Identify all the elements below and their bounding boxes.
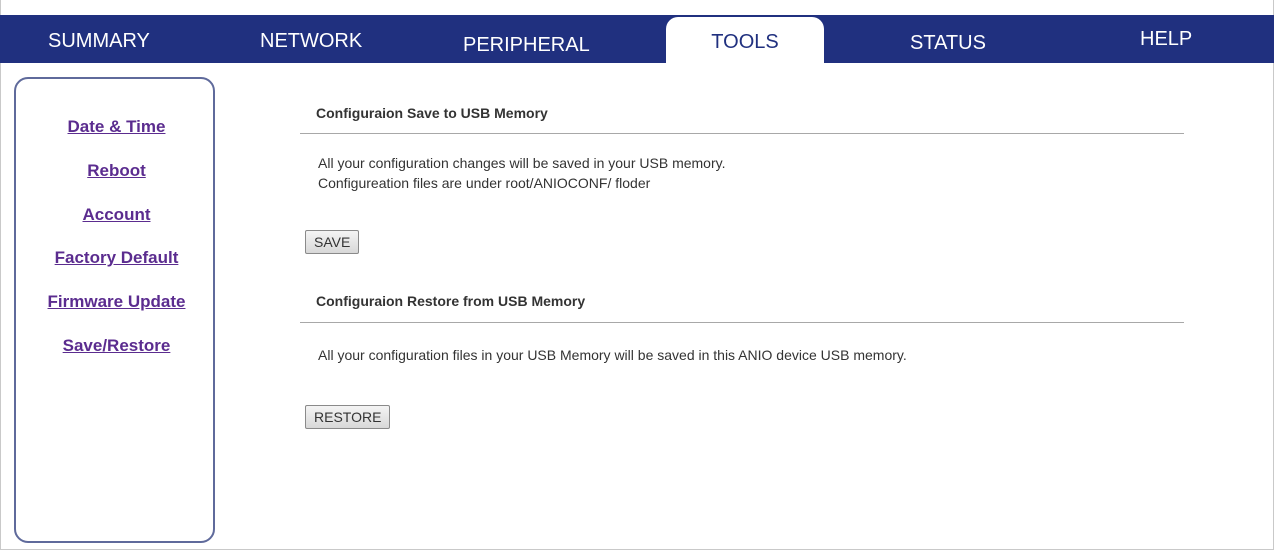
tab-summary[interactable]: SUMMARY (48, 30, 150, 53)
sidebar-item-account[interactable]: Account (16, 205, 217, 225)
tab-help[interactable]: HELP (1140, 28, 1192, 51)
restore-button[interactable]: RESTORE (305, 405, 391, 429)
tab-status[interactable]: STATUS (910, 32, 986, 55)
sidebar-item-reboot[interactable]: Reboot (16, 161, 217, 181)
save-description-line1: All your configuration changes will be s… (318, 155, 726, 171)
top-nav-bar (0, 15, 1274, 63)
tab-peripheral[interactable]: PERIPHERAL (463, 34, 590, 57)
restore-section-divider (300, 322, 1184, 323)
restore-description-line1: All your configuration files in your USB… (318, 347, 907, 363)
sidebar-item-date-time[interactable]: Date & Time (16, 117, 217, 137)
save-description-line2: Configureation files are under root/ANIO… (318, 175, 651, 191)
sidebar-item-firmware-update[interactable]: Firmware Update (16, 292, 217, 312)
sidebar-menu: Date & Time Reboot Account Factory Defau… (14, 77, 215, 543)
sidebar-item-factory-default[interactable]: Factory Default (16, 248, 217, 268)
tab-network[interactable]: NETWORK (260, 30, 362, 53)
restore-section-title: Configuraion Restore from USB Memory (316, 293, 586, 309)
save-section-title: Configuraion Save to USB Memory (316, 105, 548, 121)
save-button[interactable]: SAVE (305, 230, 360, 254)
sidebar-item-save-restore[interactable]: Save/Restore (16, 336, 217, 356)
tab-tools-active[interactable]: TOOLS (666, 17, 824, 64)
save-section-divider (300, 133, 1184, 134)
